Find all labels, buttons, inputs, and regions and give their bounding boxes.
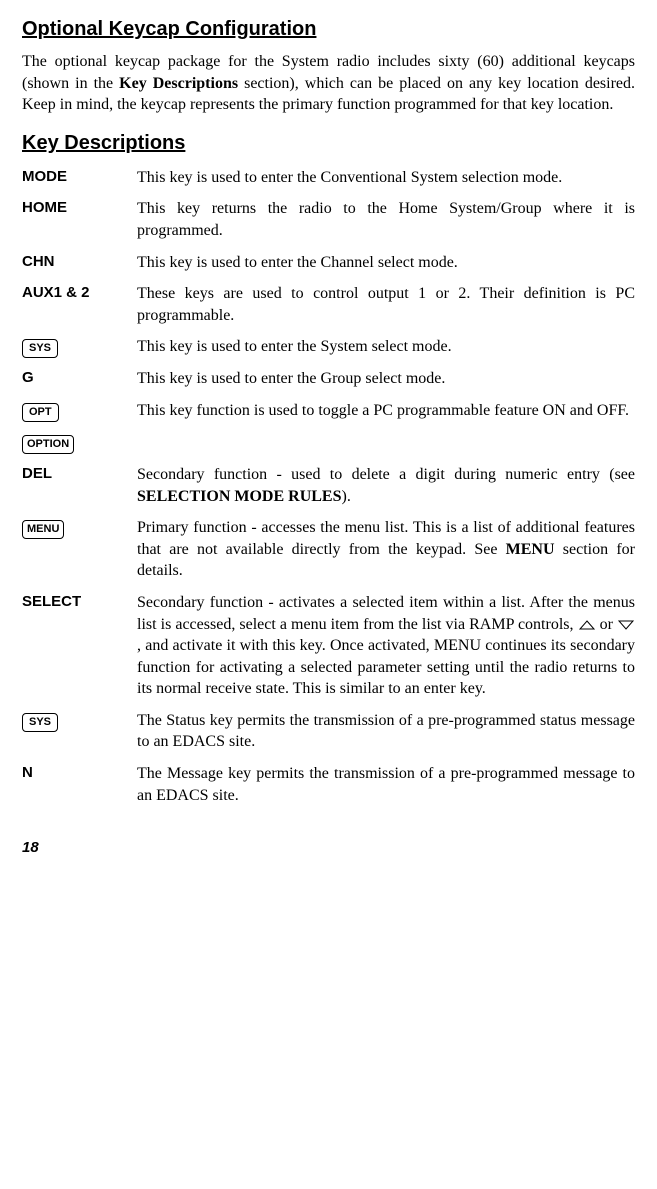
intro-text-bold: Key Descriptions (119, 75, 238, 92)
keycap-menu-wrap: MENU (22, 517, 137, 539)
desc-sys2: The Status key permits the transmission … (137, 710, 635, 753)
intro-paragraph: The optional keycap package for the Syst… (22, 51, 635, 116)
desc-aux: These keys are used to control output 1 … (137, 283, 635, 326)
row-home: HOME This key returns the radio to the H… (22, 198, 635, 241)
keycap-opt-wrap: OPT (22, 400, 137, 422)
desc-del: Secondary function - used to delete a di… (137, 464, 635, 507)
row-del: DEL Secondary function - used to delete … (22, 464, 635, 507)
label-select: SELECT (22, 592, 137, 612)
row-sys1: SYS This key is used to enter the System… (22, 336, 635, 358)
desc-mode: This key is used to enter the Convention… (137, 167, 635, 189)
page-number: 18 (22, 838, 635, 858)
desc-chn: This key is used to enter the Channel se… (137, 252, 635, 274)
triangle-up-icon (578, 619, 596, 631)
keycap-option-wrap: OPTION (22, 432, 137, 454)
row-aux: AUX1 & 2 These keys are used to control … (22, 283, 635, 326)
desc-g: This key is used to enter the Group sele… (137, 368, 635, 390)
option-keycap-icon: OPTION (22, 435, 74, 454)
row-option: OPTION (22, 432, 635, 454)
row-sys2: SYS The Status key permits the transmiss… (22, 710, 635, 753)
menu-keycap-icon: MENU (22, 520, 64, 539)
triangle-down-icon (617, 619, 635, 631)
row-menu: MENU Primary function - accesses the men… (22, 517, 635, 582)
del-text-b: ). (342, 488, 351, 505)
desc-home: This key returns the radio to the Home S… (137, 198, 635, 241)
row-g: G This key is used to enter the Group se… (22, 368, 635, 390)
desc-n: The Message key permits the transmission… (137, 763, 635, 806)
desc-select: Secondary function - activates a selecte… (137, 592, 635, 700)
select-text-b: , and activate it with this key. Once ac… (137, 637, 635, 697)
label-aux: AUX1 & 2 (22, 283, 137, 303)
row-chn: CHN This key is used to enter the Channe… (22, 252, 635, 274)
label-del: DEL (22, 464, 137, 484)
desc-sys1: This key is used to enter the System sel… (137, 336, 635, 358)
opt-keycap-icon: OPT (22, 403, 59, 422)
sys-keycap-icon: SYS (22, 339, 58, 358)
select-text-or: or (596, 616, 617, 633)
label-n: N (22, 763, 137, 783)
label-g: G (22, 368, 137, 388)
label-home: HOME (22, 198, 137, 218)
row-opt: OPT This key function is used to toggle … (22, 400, 635, 422)
menu-text-bold: MENU (506, 541, 555, 558)
row-select: SELECT Secondary function - activates a … (22, 592, 635, 700)
del-text-bold: SELECTION MODE RULES (137, 488, 342, 505)
del-text-a: Secondary function - used to delete a di… (137, 466, 635, 483)
sys-keycap-icon-2: SYS (22, 713, 58, 732)
heading-optional-keycap: Optional Keycap Configuration (22, 16, 635, 43)
heading-key-descriptions: Key Descriptions (22, 130, 635, 157)
select-text-a: Secondary function - activates a selecte… (137, 594, 635, 633)
row-n: N The Message key permits the transmissi… (22, 763, 635, 806)
desc-opt: This key function is used to toggle a PC… (137, 400, 635, 422)
keycap-sys2-wrap: SYS (22, 710, 137, 732)
row-mode: MODE This key is used to enter the Conve… (22, 167, 635, 189)
desc-menu: Primary function - accesses the menu lis… (137, 517, 635, 582)
label-mode: MODE (22, 167, 137, 187)
keycap-sys1-wrap: SYS (22, 336, 137, 358)
label-chn: CHN (22, 252, 137, 272)
